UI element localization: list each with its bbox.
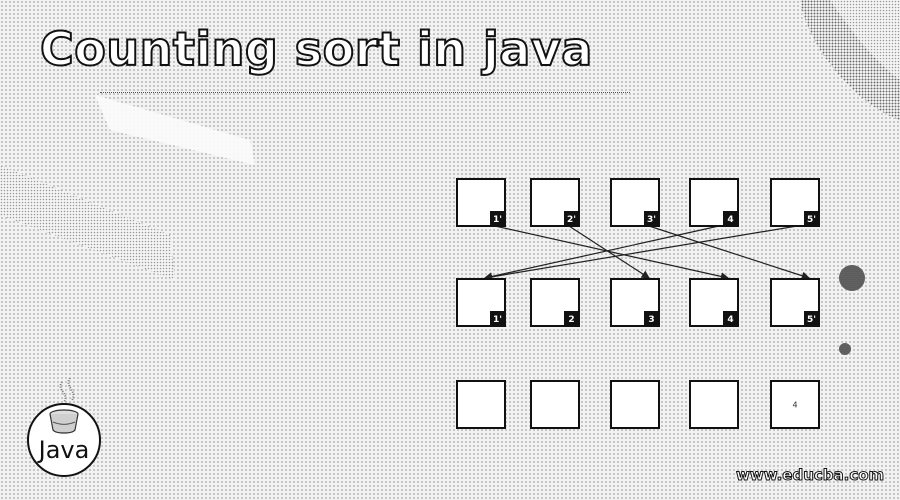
cell-tag-label: 1' — [493, 215, 502, 225]
cell-tag-label: 5' — [807, 315, 816, 325]
cell-tag-label: 2 — [568, 315, 574, 325]
output-row-cell — [610, 380, 660, 429]
output-row: 4 — [456, 380, 820, 429]
input-row-cell: 2' — [530, 178, 580, 227]
slide-background: Counting sort in java 1' 2' 3' 4 5' 1' 2 3 4 5' 4 … — [0, 0, 900, 500]
output-row-cell — [456, 380, 506, 429]
mapping-arrow — [648, 225, 811, 280]
cell-tag-label: 3 — [648, 315, 654, 325]
output-row-cell — [530, 380, 580, 429]
sorted-row-cell: 2 — [530, 278, 580, 327]
mapping-arrow — [483, 223, 810, 281]
cell-tag-label: 3' — [647, 215, 656, 225]
input-row-cell: 1' — [456, 178, 506, 227]
cell-value: 4 — [792, 401, 797, 410]
cell-box — [530, 380, 580, 429]
counting-sort-diagram: 1' 2' 3' 4 5' 1' 2 3 4 5' 4 — [456, 178, 820, 429]
sorted-row: 1' 2 3 4 5' — [456, 278, 820, 327]
output-row-cell: 4 — [770, 380, 820, 429]
sorted-row-cell: 1' — [456, 278, 506, 327]
cell-tag-label: 5' — [807, 215, 816, 225]
input-row: 1' 2' 3' 4 5' — [456, 178, 820, 227]
sorted-row-cell: 4 — [689, 278, 739, 327]
cell-tag-label: 4 — [727, 215, 733, 225]
cell-tag-label: 4 — [727, 315, 733, 325]
java-logo-text: Java — [38, 436, 90, 464]
cell-box — [456, 380, 506, 429]
cell-box — [689, 380, 739, 429]
cell-tag-label: 1' — [493, 315, 502, 325]
input-row-cell: 5' — [770, 178, 820, 227]
input-row-cell: 3' — [610, 178, 660, 227]
arrow-layer — [483, 223, 811, 281]
sorted-row-cell: 5' — [770, 278, 820, 327]
cell-box — [610, 380, 660, 429]
mapping-arrow — [568, 225, 651, 279]
row-layer: 1' 2' 3' 4 5' 1' 2 3 4 5' 4 — [456, 178, 820, 429]
watermark-text: www.educba.com — [735, 466, 885, 485]
output-row-cell — [689, 380, 739, 429]
input-row-cell: 4 — [689, 178, 739, 227]
cell-tag-label: 2' — [567, 215, 576, 225]
sorted-row-cell: 3 — [610, 278, 660, 327]
